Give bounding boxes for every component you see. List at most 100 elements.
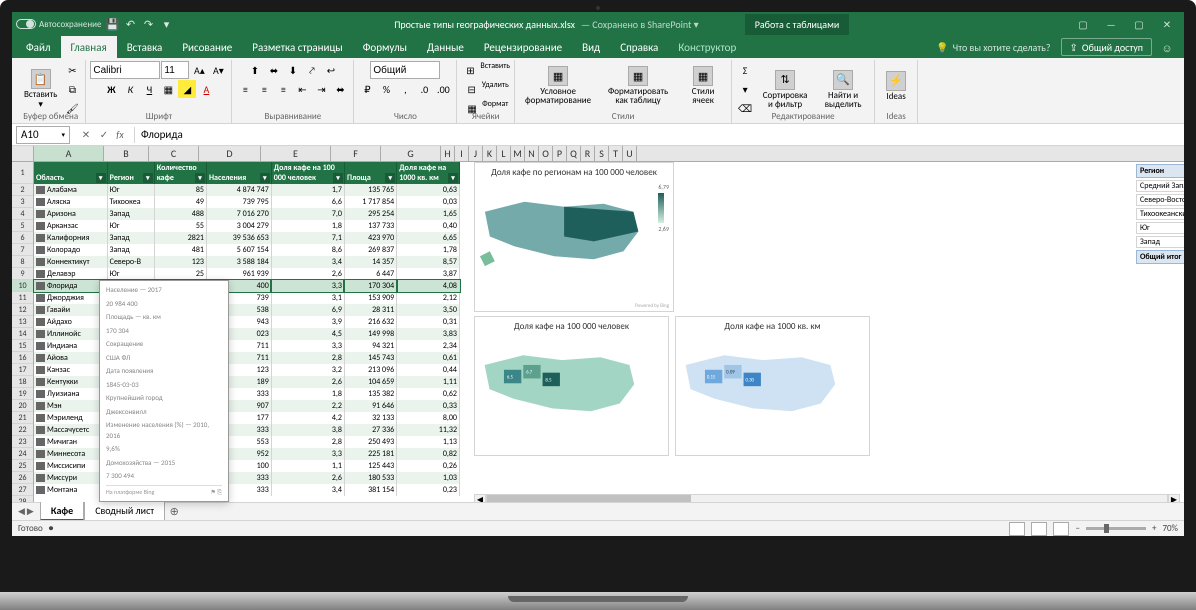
cancel-formula-icon[interactable]: ✕ [78, 127, 94, 143]
row-header[interactable]: 7 [12, 244, 33, 256]
column-header[interactable]: O [539, 146, 553, 161]
table-header[interactable]: Площа▾ [344, 162, 396, 184]
row-header[interactable]: 14 [12, 328, 33, 340]
table-cell[interactable]: 6,6 [271, 196, 344, 208]
increase-indent-icon[interactable]: ⇥ [312, 80, 330, 98]
maximize-icon[interactable]: ▢ [1126, 12, 1152, 36]
table-cell[interactable]: 2,6 [271, 268, 344, 280]
table-cell[interactable]: 3,9 [271, 316, 344, 328]
menu-item-6[interactable]: Данные [417, 36, 474, 58]
sheet-nav-next-icon[interactable]: ▶ [27, 506, 34, 517]
column-header[interactable]: P [553, 146, 567, 161]
table-cell[interactable]: 1,13 [397, 436, 460, 448]
column-header[interactable]: N [525, 146, 539, 161]
table-cell[interactable]: 0,23 [397, 484, 460, 496]
align-middle-icon[interactable]: ⬌ [265, 61, 283, 79]
redo-icon[interactable]: ↷ [141, 17, 155, 31]
table-cell[interactable]: 3 004 279 [206, 220, 271, 232]
row-header[interactable]: 4 [12, 208, 33, 220]
table-row[interactable]: Джорджия7393,1153 9092,12 [34, 292, 460, 304]
increase-font-icon[interactable]: A▴ [190, 61, 208, 79]
table-row[interactable]: Индиана7113,394 3212,34 [34, 340, 460, 352]
row-header[interactable]: 16 [12, 352, 33, 364]
table-cell[interactable]: 91 646 [344, 400, 396, 412]
table-cell[interactable]: 739 795 [206, 196, 271, 208]
table-cell[interactable]: 1 717 854 [344, 196, 396, 208]
pivot-row[interactable]: Юг2,69 [1136, 222, 1184, 234]
table-cell[interactable]: Юг [107, 220, 154, 232]
table-cell[interactable]: Миссури [34, 472, 107, 484]
font-size-select[interactable] [161, 61, 189, 79]
row-header[interactable]: 10 [12, 280, 33, 292]
table-cell[interactable]: 4,08 [397, 280, 460, 292]
table-cell[interactable]: 2821 [154, 232, 206, 244]
table-cell[interactable]: 28 311 [344, 304, 396, 316]
table-cell[interactable]: Индиана [34, 340, 107, 352]
table-cell[interactable]: 4,2 [271, 412, 344, 424]
table-cell[interactable]: 6 447 [344, 268, 396, 280]
column-header[interactable]: S [595, 146, 609, 161]
table-cell[interactable]: 1,03 [397, 472, 460, 484]
table-row[interactable]: АрканзасЮг553 004 2791,8137 7330,40 [34, 220, 460, 232]
table-row[interactable]: КалифорнияЗапад282139 536 6537,1423 9706… [34, 232, 460, 244]
table-cell[interactable]: 85 [154, 184, 206, 196]
table-row[interactable]: АляскаТихоокеа49739 7956,61 717 8540,03 [34, 196, 460, 208]
table-cell[interactable]: Коннектикут [34, 256, 107, 268]
table-cell[interactable]: 7,0 [271, 208, 344, 220]
decrease-decimal-icon[interactable]: .00 [434, 80, 452, 98]
add-sheet-button[interactable]: ⊕ [165, 505, 183, 518]
pivot-table[interactable]: РегионСреднееСредний Запад3,04Северо-Вос… [1134, 162, 1184, 266]
table-row[interactable]: Кентукки1892,6104 6591,11 [34, 376, 460, 388]
table-cell[interactable]: 250 493 [344, 436, 396, 448]
view-page-layout-icon[interactable] [1031, 522, 1047, 536]
table-cell[interactable]: 295 254 [344, 208, 396, 220]
italic-button[interactable]: К [121, 80, 139, 98]
percent-icon[interactable]: % [377, 80, 395, 98]
formula-input[interactable]: Флорида [135, 128, 1184, 141]
find-button[interactable]: 🔍Найти и выделить [816, 68, 870, 111]
column-header[interactable]: B [104, 146, 149, 161]
table-row[interactable]: Канзас1233,2213 0960,44 [34, 364, 460, 376]
row-header[interactable]: 12 [12, 304, 33, 316]
table-row[interactable]: Мэриленд1774,232 1338,00 [34, 412, 460, 424]
table-cell[interactable]: 3,4 [271, 484, 344, 496]
column-header[interactable]: G [381, 146, 441, 161]
column-header[interactable]: H [441, 146, 455, 161]
fill-icon[interactable]: ▾ [736, 80, 754, 98]
row-header[interactable]: 3 [12, 196, 33, 208]
row-header[interactable]: 24 [12, 448, 33, 460]
table-row[interactable]: Айдахо9433,9216 6320,31 [34, 316, 460, 328]
view-normal-icon[interactable] [1009, 522, 1025, 536]
table-cell[interactable]: 1,65 [397, 208, 460, 220]
table-cell[interactable]: 423 970 [344, 232, 396, 244]
sheet-tab[interactable]: Сводный лист [84, 502, 165, 521]
menu-item-8[interactable]: Вид [572, 36, 610, 58]
font-color-icon[interactable]: А [197, 80, 215, 98]
table-cell[interactable]: 3 588 184 [206, 256, 271, 268]
smiley-icon[interactable]: ☺ [1154, 36, 1180, 60]
table-row[interactable]: КолорадоЗапад4815 607 1548,6269 8371,78 [34, 244, 460, 256]
table-cell[interactable]: 0,63 [397, 184, 460, 196]
autosum-icon[interactable]: Σ [736, 61, 754, 79]
conditional-formatting-button[interactable]: ▦Условное форматирование [519, 64, 597, 107]
table-cell[interactable]: 27 336 [344, 424, 396, 436]
table-cell[interactable]: 4 874 747 [206, 184, 271, 196]
table-row[interactable]: Айова7112,8145 7430,61 [34, 352, 460, 364]
table-cell[interactable]: Массачусетс [34, 424, 107, 436]
table-cell[interactable]: Мэн [34, 400, 107, 412]
table-header[interactable]: Количество кафе▾ [154, 162, 206, 184]
table-cell[interactable]: 123 [154, 256, 206, 268]
close-icon[interactable]: ✕ [1154, 12, 1180, 36]
table-cell[interactable]: 2,8 [271, 436, 344, 448]
autosave-toggle[interactable]: Автосохранение [16, 19, 101, 30]
column-header[interactable]: F [331, 146, 381, 161]
row-header[interactable]: 23 [12, 436, 33, 448]
column-header[interactable]: L [497, 146, 511, 161]
name-box[interactable]: A10▾ [16, 126, 70, 144]
table-header[interactable]: Доля кафе на 1000 кв. км▾ [397, 162, 460, 184]
qat-customize-icon[interactable]: ▾ [159, 17, 173, 31]
table-cell[interactable]: 25 [154, 268, 206, 280]
table-cell[interactable]: Кентукки [34, 376, 107, 388]
table-header[interactable]: Регион▾ [107, 162, 154, 184]
align-left-icon[interactable]: ≡ [236, 80, 254, 98]
